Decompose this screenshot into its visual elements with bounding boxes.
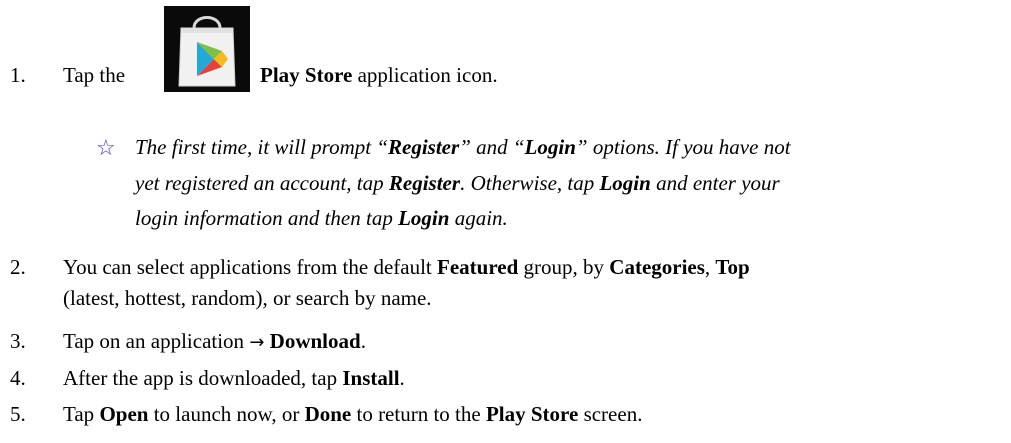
app-name: Play Store [260, 63, 353, 87]
note-line-2: yet registered an account, tap Register.… [135, 171, 780, 195]
step-text: You can select applications from the def… [63, 255, 750, 279]
step-number: 5. [10, 402, 26, 426]
step-text: After the app is downloaded, tap Install… [63, 366, 405, 390]
step-text-rest: Play Store application icon. [260, 63, 498, 87]
note-line-3: login information and then tap Login aga… [135, 206, 508, 230]
step-number: 1. [10, 63, 26, 87]
step-number: 3. [10, 329, 26, 353]
step-text: Tap Open to launch now, or Done to retur… [63, 402, 643, 426]
step-number: 2. [10, 255, 26, 279]
play-store-icon [164, 6, 250, 92]
step-text: Tap the [63, 63, 126, 87]
note-line-1: The first time, it will prompt “Register… [135, 135, 791, 159]
star-outline-icon: ☆ [96, 136, 116, 161]
step-text-continued: (latest, hottest, random), or search by … [63, 286, 432, 310]
play-store-bag-icon [178, 16, 236, 87]
step-number: 4. [10, 366, 26, 390]
step-text: Tap on an application → Download. [63, 329, 366, 353]
right-arrow-icon: → [249, 332, 265, 353]
